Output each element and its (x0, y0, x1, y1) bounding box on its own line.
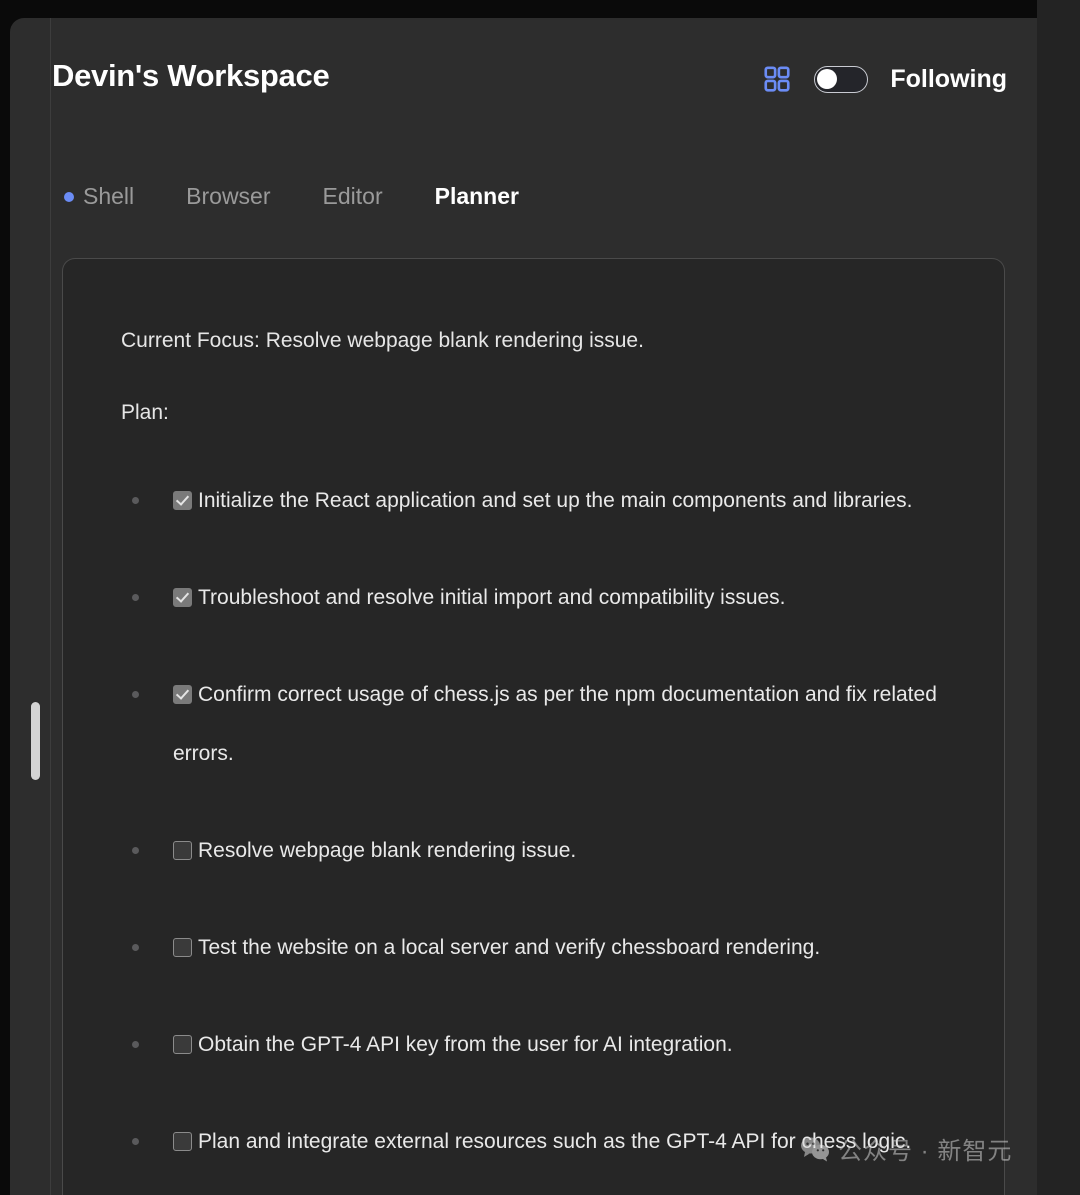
checkbox-checked-icon[interactable] (173, 491, 192, 510)
grid-view-icon[interactable] (762, 64, 792, 94)
tab-shell[interactable]: Shell (60, 183, 160, 210)
bullet-icon (132, 1138, 139, 1145)
workspace-panel: Devin's Workspace Following (10, 18, 1037, 1195)
tab-browser[interactable]: Browser (160, 183, 296, 210)
tab-planner[interactable]: Planner (409, 183, 545, 210)
list-item-label: Initialize the React application and set… (198, 489, 912, 512)
header-controls: Following (762, 64, 1007, 94)
bullet-icon (132, 497, 139, 504)
planner-card: Current Focus: Resolve webpage blank ren… (62, 258, 1005, 1195)
list-item-label: Confirm correct usage of chess.js as per… (173, 683, 937, 765)
bullet-icon (132, 594, 139, 601)
page-title: Devin's Workspace (52, 58, 329, 94)
list-item[interactable]: Obtain the GPT-4 API key from the user f… (121, 1015, 1001, 1074)
tab-label: Planner (435, 183, 519, 210)
list-item-label: Test the website on a local server and v… (198, 936, 820, 959)
list-item[interactable]: Initialize the React application and set… (121, 471, 1001, 530)
toggle-knob (817, 69, 837, 89)
list-item-label: Troubleshoot and resolve initial import … (198, 586, 786, 609)
plan-label: Plan: (121, 399, 169, 427)
workspace-header: Devin's Workspace Following (52, 58, 1027, 128)
following-toggle[interactable] (814, 66, 868, 93)
vertical-scrollbar-thumb[interactable] (31, 702, 40, 780)
tab-label: Browser (186, 183, 270, 210)
bullet-icon (132, 847, 139, 854)
list-item-label: Plan and integrate external resources su… (198, 1130, 911, 1153)
sidebar-divider (50, 18, 51, 1195)
list-item[interactable]: Resolve webpage blank rendering issue. (121, 821, 1001, 880)
workspace-tabs: Shell Browser Editor Planner (60, 183, 545, 210)
right-gutter (1037, 0, 1080, 1195)
list-item-label: Resolve webpage blank rendering issue. (198, 839, 576, 862)
following-label: Following (890, 65, 1007, 94)
status-dot-icon (64, 192, 74, 202)
list-item[interactable]: Troubleshoot and resolve initial import … (121, 568, 1001, 627)
list-item[interactable]: Confirm correct usage of chess.js as per… (121, 665, 1001, 783)
checkbox-unchecked-icon[interactable] (173, 1132, 192, 1151)
checkbox-checked-icon[interactable] (173, 588, 192, 607)
checkbox-unchecked-icon[interactable] (173, 841, 192, 860)
app-root: Devin's Workspace Following (0, 0, 1080, 1195)
tab-editor[interactable]: Editor (297, 183, 409, 210)
bullet-icon (132, 944, 139, 951)
tab-label: Editor (323, 183, 383, 210)
checkbox-unchecked-icon[interactable] (173, 938, 192, 957)
list-item[interactable]: Plan and integrate external resources su… (121, 1112, 1001, 1171)
plan-list: Initialize the React application and set… (121, 471, 1001, 1195)
list-item[interactable]: Test the website on a local server and v… (121, 918, 1001, 977)
bullet-icon (132, 1041, 139, 1048)
current-focus-text: Current Focus: Resolve webpage blank ren… (121, 327, 644, 355)
checkbox-unchecked-icon[interactable] (173, 1035, 192, 1054)
tab-label: Shell (83, 183, 134, 210)
checkbox-checked-icon[interactable] (173, 685, 192, 704)
bullet-icon (132, 691, 139, 698)
list-item-label: Obtain the GPT-4 API key from the user f… (198, 1033, 733, 1056)
